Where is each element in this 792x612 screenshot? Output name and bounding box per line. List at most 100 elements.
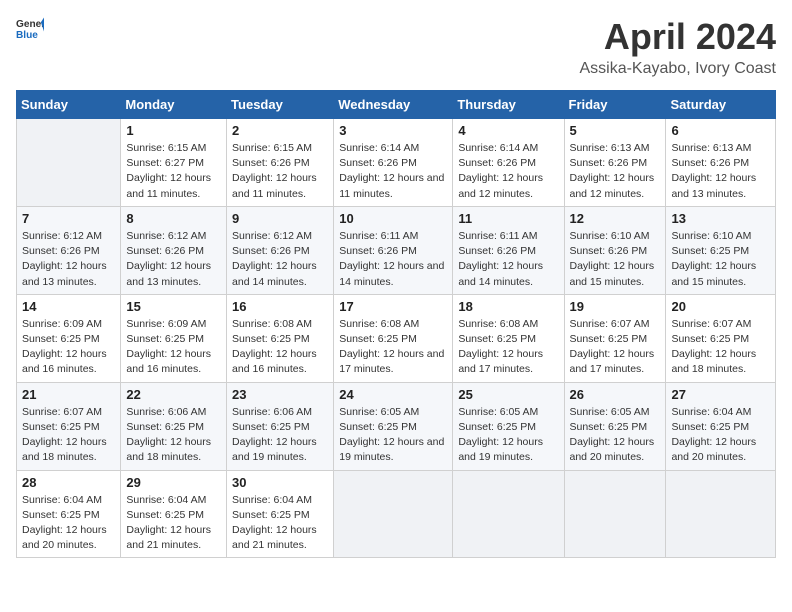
generalblue-logo-icon: General Blue xyxy=(16,16,44,44)
week-row-3: 14 Sunrise: 6:09 AMSunset: 6:25 PMDayligh… xyxy=(17,294,776,382)
day-number: 24 xyxy=(339,387,447,402)
calendar-cell xyxy=(17,119,121,207)
day-number: 11 xyxy=(458,211,558,226)
day-info: Sunrise: 6:11 AMSunset: 6:26 PMDaylight:… xyxy=(458,229,558,290)
day-number: 13 xyxy=(671,211,770,226)
calendar-cell: 19 Sunrise: 6:07 AMSunset: 6:25 PMDayligh… xyxy=(564,294,666,382)
svg-text:General: General xyxy=(16,19,44,30)
col-header-sunday: Sunday xyxy=(17,91,121,119)
calendar-cell xyxy=(666,470,776,558)
calendar-cell: 3Sunrise: 6:14 AMSunset: 6:26 PMDaylight… xyxy=(334,119,453,207)
day-number: 28 xyxy=(22,475,115,490)
calendar-cell: 2 Sunrise: 6:15 AMSunset: 6:26 PMDaylight… xyxy=(227,119,334,207)
col-header-thursday: Thursday xyxy=(453,91,564,119)
day-info: Sunrise: 6:04 AMSunset: 6:25 PMDaylight:… xyxy=(126,493,221,554)
day-number: 20 xyxy=(671,299,770,314)
calendar-cell: 13 Sunrise: 6:10 AMSunset: 6:25 PMDayligh… xyxy=(666,206,776,294)
week-row-2: 7 Sunrise: 6:12 AMSunset: 6:26 PMDaylight… xyxy=(17,206,776,294)
day-number: 3 xyxy=(339,123,447,138)
calendar-cell: 4 Sunrise: 6:14 AMSunset: 6:26 PMDaylight… xyxy=(453,119,564,207)
calendar-cell: 12 Sunrise: 6:10 AMSunset: 6:26 PMDayligh… xyxy=(564,206,666,294)
calendar-cell: 7 Sunrise: 6:12 AMSunset: 6:26 PMDaylight… xyxy=(17,206,121,294)
day-info: Sunrise: 6:13 AMSunset: 6:26 PMDaylight:… xyxy=(570,141,661,202)
day-info: Sunrise: 6:15 AMSunset: 6:27 PMDaylight:… xyxy=(126,141,221,202)
day-info: Sunrise: 6:12 AMSunset: 6:26 PMDaylight:… xyxy=(22,229,115,290)
logo: General Blue xyxy=(16,16,44,44)
calendar-cell: 5Sunrise: 6:13 AMSunset: 6:26 PMDaylight… xyxy=(564,119,666,207)
calendar-cell: 29 Sunrise: 6:04 AMSunset: 6:25 PMDayligh… xyxy=(121,470,227,558)
week-row-5: 28 Sunrise: 6:04 AMSunset: 6:25 PMDayligh… xyxy=(17,470,776,558)
col-header-saturday: Saturday xyxy=(666,91,776,119)
day-number: 17 xyxy=(339,299,447,314)
day-number: 10 xyxy=(339,211,447,226)
calendar-cell: 15 Sunrise: 6:09 AMSunset: 6:25 PMDayligh… xyxy=(121,294,227,382)
calendar-cell: 1 Sunrise: 6:15 AMSunset: 6:27 PMDaylight… xyxy=(121,119,227,207)
calendar-cell xyxy=(453,470,564,558)
day-info: Sunrise: 6:10 AMSunset: 6:25 PMDaylight:… xyxy=(671,229,770,290)
calendar-cell: 28 Sunrise: 6:04 AMSunset: 6:25 PMDayligh… xyxy=(17,470,121,558)
day-info: Sunrise: 6:10 AMSunset: 6:26 PMDaylight:… xyxy=(570,229,661,290)
calendar-cell: 27 Sunrise: 6:04 AMSunset: 6:25 PMDayligh… xyxy=(666,382,776,470)
day-info: Sunrise: 6:07 AMSunset: 6:25 PMDaylight:… xyxy=(570,317,661,378)
day-number: 12 xyxy=(570,211,661,226)
calendar-cell xyxy=(564,470,666,558)
title-area: April 2024 Assika-Kayabo, Ivory Coast xyxy=(579,16,776,78)
day-info: Sunrise: 6:08 AMSunset: 6:25 PMDaylight:… xyxy=(339,317,447,378)
day-info: Sunrise: 6:06 AMSunset: 6:25 PMDaylight:… xyxy=(126,405,221,466)
calendar-cell: 25Sunrise: 6:05 AMSunset: 6:25 PMDayligh… xyxy=(453,382,564,470)
day-number: 8 xyxy=(126,211,221,226)
day-info: Sunrise: 6:04 AMSunset: 6:25 PMDaylight:… xyxy=(232,493,328,554)
calendar-cell: 11 Sunrise: 6:11 AMSunset: 6:26 PMDayligh… xyxy=(453,206,564,294)
day-number: 4 xyxy=(458,123,558,138)
day-number: 29 xyxy=(126,475,221,490)
calendar-cell: 9 Sunrise: 6:12 AMSunset: 6:26 PMDaylight… xyxy=(227,206,334,294)
day-number: 14 xyxy=(22,299,115,314)
day-number: 15 xyxy=(126,299,221,314)
week-row-4: 21 Sunrise: 6:07 AMSunset: 6:25 PMDayligh… xyxy=(17,382,776,470)
calendar-table: SundayMondayTuesdayWednesdayThursdayFrid… xyxy=(16,90,776,558)
day-info: Sunrise: 6:15 AMSunset: 6:26 PMDaylight:… xyxy=(232,141,328,202)
calendar-cell: 24Sunrise: 6:05 AMSunset: 6:25 PMDayligh… xyxy=(334,382,453,470)
day-number: 23 xyxy=(232,387,328,402)
header-row: SundayMondayTuesdayWednesdayThursdayFrid… xyxy=(17,91,776,119)
day-info: Sunrise: 6:08 AMSunset: 6:25 PMDaylight:… xyxy=(458,317,558,378)
day-info: Sunrise: 6:12 AMSunset: 6:26 PMDaylight:… xyxy=(232,229,328,290)
day-info: Sunrise: 6:08 AMSunset: 6:25 PMDaylight:… xyxy=(232,317,328,378)
day-number: 7 xyxy=(22,211,115,226)
day-number: 19 xyxy=(570,299,661,314)
calendar-cell: 18 Sunrise: 6:08 AMSunset: 6:25 PMDayligh… xyxy=(453,294,564,382)
calendar-cell: 14 Sunrise: 6:09 AMSunset: 6:25 PMDayligh… xyxy=(17,294,121,382)
day-number: 30 xyxy=(232,475,328,490)
header: General Blue April 2024 Assika-Kayabo, I… xyxy=(16,16,776,78)
day-number: 2 xyxy=(232,123,328,138)
calendar-cell: 30 Sunrise: 6:04 AMSunset: 6:25 PMDayligh… xyxy=(227,470,334,558)
calendar-cell: 26Sunrise: 6:05 AMSunset: 6:25 PMDayligh… xyxy=(564,382,666,470)
day-number: 27 xyxy=(671,387,770,402)
day-number: 18 xyxy=(458,299,558,314)
day-number: 1 xyxy=(126,123,221,138)
day-info: Sunrise: 6:14 AMSunset: 6:26 PMDaylight:… xyxy=(458,141,558,202)
day-info: Sunrise: 6:04 AMSunset: 6:25 PMDaylight:… xyxy=(22,493,115,554)
day-number: 22 xyxy=(126,387,221,402)
day-number: 21 xyxy=(22,387,115,402)
day-info: Sunrise: 6:11 AMSunset: 6:26 PMDaylight:… xyxy=(339,229,447,290)
svg-text:Blue: Blue xyxy=(16,30,38,41)
day-info: Sunrise: 6:09 AMSunset: 6:25 PMDaylight:… xyxy=(22,317,115,378)
day-info: Sunrise: 6:07 AMSunset: 6:25 PMDaylight:… xyxy=(22,405,115,466)
day-info: Sunrise: 6:07 AMSunset: 6:25 PMDaylight:… xyxy=(671,317,770,378)
col-header-tuesday: Tuesday xyxy=(227,91,334,119)
calendar-subtitle: Assika-Kayabo, Ivory Coast xyxy=(579,60,776,78)
col-header-friday: Friday xyxy=(564,91,666,119)
day-number: 16 xyxy=(232,299,328,314)
calendar-cell: 23Sunrise: 6:06 AMSunset: 6:25 PMDayligh… xyxy=(227,382,334,470)
calendar-cell: 6 Sunrise: 6:13 AMSunset: 6:26 PMDaylight… xyxy=(666,119,776,207)
calendar-cell: 20 Sunrise: 6:07 AMSunset: 6:25 PMDayligh… xyxy=(666,294,776,382)
day-number: 9 xyxy=(232,211,328,226)
day-number: 26 xyxy=(570,387,661,402)
week-row-1: 1 Sunrise: 6:15 AMSunset: 6:27 PMDaylight… xyxy=(17,119,776,207)
day-info: Sunrise: 6:13 AMSunset: 6:26 PMDaylight:… xyxy=(671,141,770,202)
day-info: Sunrise: 6:04 AMSunset: 6:25 PMDaylight:… xyxy=(671,405,770,466)
day-info: Sunrise: 6:05 AMSunset: 6:25 PMDaylight:… xyxy=(458,405,558,466)
day-info: Sunrise: 6:09 AMSunset: 6:25 PMDaylight:… xyxy=(126,317,221,378)
day-number: 6 xyxy=(671,123,770,138)
